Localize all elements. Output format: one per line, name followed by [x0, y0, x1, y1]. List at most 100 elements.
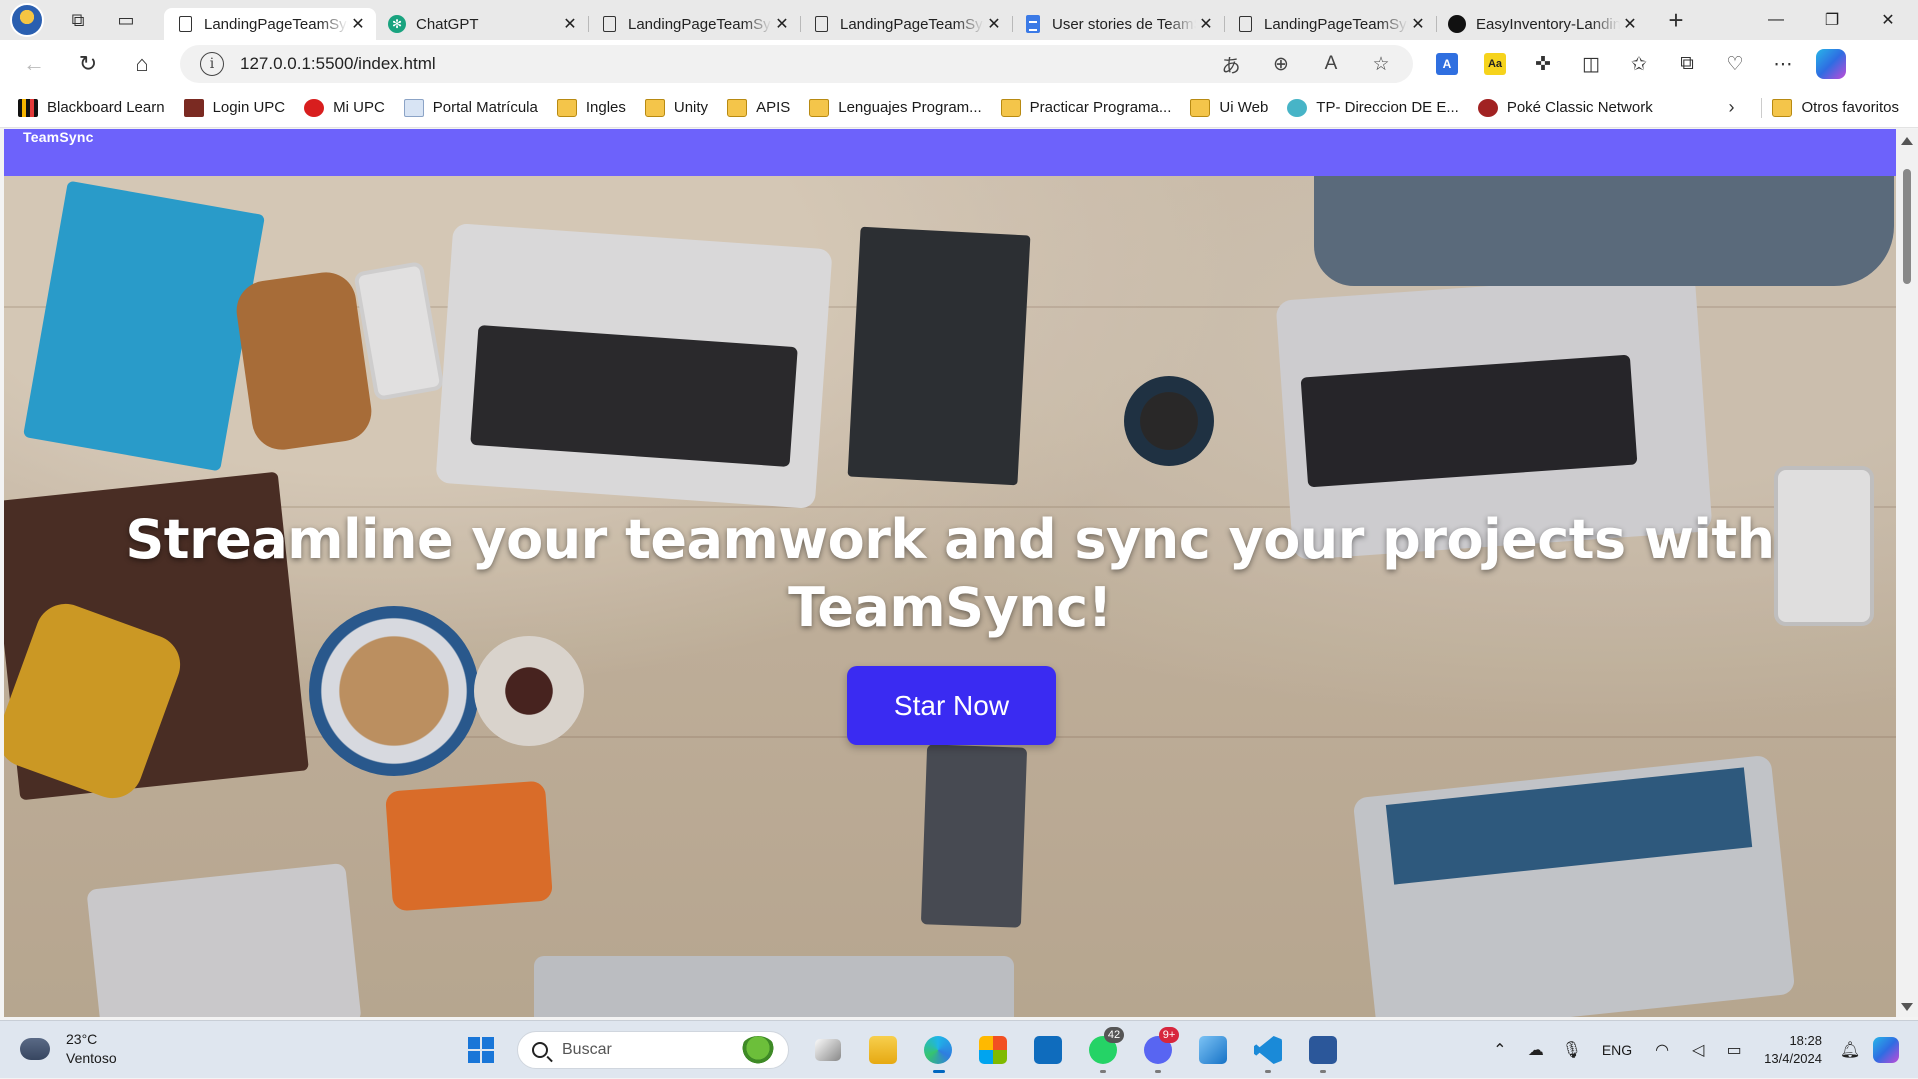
more-menu-icon[interactable]: ⋯: [1759, 44, 1807, 84]
edge-button[interactable]: [913, 1025, 963, 1075]
dictionary-extension-icon[interactable]: Aa: [1471, 44, 1519, 84]
bookmark-label: TP- Direccion DE E...: [1316, 99, 1459, 116]
close-icon[interactable]: ✕: [1408, 14, 1428, 34]
bookmark-folder[interactable]: Practicar Programa...: [1000, 92, 1183, 124]
bookmark-item[interactable]: Mi UPC: [304, 92, 396, 124]
vscode-icon: [1254, 1036, 1282, 1064]
close-icon[interactable]: ✕: [560, 14, 580, 34]
outlook-button[interactable]: [1023, 1025, 1073, 1075]
address-bar[interactable]: i 127.0.0.1:5500/index.html あ ⊕ A ☆: [180, 45, 1413, 83]
hero-title: Streamline your teamwork and sync your p…: [125, 508, 1775, 639]
tab-label: LandingPageTeamSync: [204, 15, 348, 33]
copilot-taskbar-icon[interactable]: [1868, 1032, 1904, 1068]
tab-landing-3[interactable]: LandingPageTeamSync ✕: [800, 8, 1012, 40]
minimize-button[interactable]: —: [1748, 0, 1804, 40]
browser-essentials-icon[interactable]: ♡: [1711, 44, 1759, 84]
task-view-icon: [815, 1039, 841, 1061]
google-docs-icon: [1024, 15, 1042, 33]
translator-extension-icon[interactable]: A: [1423, 44, 1471, 84]
new-tab-button[interactable]: +: [1656, 0, 1696, 40]
tab-label: LandingPageTeamSync: [1264, 15, 1408, 33]
store-icon: [979, 1036, 1007, 1064]
bookmark-folder[interactable]: Lenguajes Program...: [809, 92, 992, 124]
microphone-icon[interactable]: 🎙︎: [1554, 1032, 1590, 1068]
home-button[interactable]: ⌂: [118, 44, 166, 84]
bookmark-item[interactable]: Blackboard Learn: [18, 92, 176, 124]
tab-easyinventory[interactable]: EasyInventory-Landing ✕: [1436, 8, 1648, 40]
close-icon[interactable]: ✕: [984, 14, 1004, 34]
brand-logo[interactable]: TeamSync: [23, 129, 94, 145]
close-icon[interactable]: ✕: [772, 14, 792, 34]
close-window-button[interactable]: ✕: [1860, 0, 1916, 40]
edge-icon: [924, 1036, 952, 1064]
whatsapp-button[interactable]: 42: [1078, 1025, 1128, 1075]
profile-avatar[interactable]: [10, 3, 44, 37]
scroll-thumb[interactable]: [1903, 169, 1911, 284]
scroll-down-arrow-icon[interactable]: [1901, 1003, 1913, 1011]
discord-button[interactable]: 9+: [1133, 1025, 1183, 1075]
back-button[interactable]: ←: [10, 44, 58, 84]
start-now-button[interactable]: Star Now: [847, 666, 1056, 745]
tab-label: LandingPageTeamSync: [628, 15, 772, 33]
tab-user-stories[interactable]: User stories de TeamSync ✕: [1012, 8, 1224, 40]
read-aloud-icon[interactable]: A: [1313, 46, 1349, 82]
workspaces-icon[interactable]: ⧉: [58, 0, 98, 40]
tab-actions-icon[interactable]: ▭: [106, 0, 146, 40]
extensions-puzzle-icon[interactable]: ✜: [1519, 44, 1567, 84]
bookmark-folder[interactable]: APIS: [727, 92, 801, 124]
bookmark-item[interactable]: Poké Classic Network: [1477, 92, 1664, 124]
bookmark-item[interactable]: Login UPC: [183, 92, 297, 124]
bookmark-folder[interactable]: Ingles: [556, 92, 637, 124]
file-explorer-button[interactable]: [858, 1025, 908, 1075]
clock[interactable]: 18:28 13/4/2024: [1764, 1032, 1822, 1068]
store-button[interactable]: [968, 1025, 1018, 1075]
tab-landing-1[interactable]: LandingPageTeamSync ✕: [164, 8, 376, 40]
site-info-icon[interactable]: i: [200, 52, 224, 76]
tab-chatgpt[interactable]: ✻ ChatGPT ✕: [376, 8, 588, 40]
restore-button[interactable]: ❐: [1804, 0, 1860, 40]
weather-temperature: 23°C: [66, 1031, 98, 1047]
portal-icon: [403, 98, 424, 117]
bookmark-label: Ingles: [585, 99, 626, 116]
refresh-button[interactable]: ↻: [64, 44, 112, 84]
chevron-up-icon[interactable]: ⌃: [1482, 1032, 1518, 1068]
zoom-icon[interactable]: ⊕: [1263, 46, 1299, 82]
search-highlight-tree-icon: [740, 1036, 776, 1066]
close-icon[interactable]: ✕: [1620, 14, 1640, 34]
tab-landing-4[interactable]: LandingPageTeamSync ✕: [1224, 8, 1436, 40]
weather-widget[interactable]: 23°C Ventoso: [20, 1030, 117, 1068]
bookmark-folder[interactable]: Ui Web: [1190, 92, 1279, 124]
battery-icon[interactable]: ▭: [1716, 1032, 1752, 1068]
photos-button[interactable]: [1188, 1025, 1238, 1075]
bookmark-item[interactable]: Portal Matrícula: [403, 92, 549, 124]
favorite-star-icon[interactable]: ☆: [1363, 46, 1399, 82]
favorites-icon[interactable]: ✩: [1615, 44, 1663, 84]
onedrive-cloud-icon[interactable]: ☁: [1518, 1032, 1554, 1068]
close-icon[interactable]: ✕: [1196, 14, 1216, 34]
input-language[interactable]: ENG: [1602, 1042, 1632, 1058]
bookmark-folder[interactable]: Unity: [644, 92, 719, 124]
page-scrollbar[interactable]: [1896, 129, 1918, 1017]
tab-landing-2[interactable]: LandingPageTeamSync ✕: [588, 8, 800, 40]
tp-icon: [1287, 98, 1308, 117]
url-text[interactable]: 127.0.0.1:5500/index.html: [240, 54, 436, 74]
other-bookmarks-folder[interactable]: Otros favoritos: [1772, 92, 1910, 124]
task-view-button[interactable]: [803, 1025, 853, 1075]
volume-icon[interactable]: ◁: [1680, 1032, 1716, 1068]
chevron-right-icon[interactable]: ›: [1711, 92, 1751, 124]
clock-time: 18:28: [1789, 1033, 1822, 1048]
translate-icon[interactable]: あ: [1213, 46, 1249, 82]
start-button[interactable]: [456, 1025, 506, 1075]
collections-icon[interactable]: ⧉: [1663, 44, 1711, 84]
bookmark-item[interactable]: TP- Direccion DE E...: [1287, 92, 1470, 124]
bookmark-label: Blackboard Learn: [47, 99, 165, 116]
scroll-up-arrow-icon[interactable]: [1901, 137, 1913, 145]
notification-bell-icon[interactable]: 🔔︎: [1832, 1032, 1868, 1068]
taskbar-search[interactable]: Buscar: [517, 1031, 789, 1069]
vscode-button[interactable]: [1243, 1025, 1293, 1075]
wifi-icon[interactable]: ◠: [1644, 1032, 1680, 1068]
close-icon[interactable]: ✕: [348, 14, 368, 34]
word-button[interactable]: [1298, 1025, 1348, 1075]
copilot-icon[interactable]: [1807, 44, 1855, 84]
split-screen-icon[interactable]: ◫: [1567, 44, 1615, 84]
